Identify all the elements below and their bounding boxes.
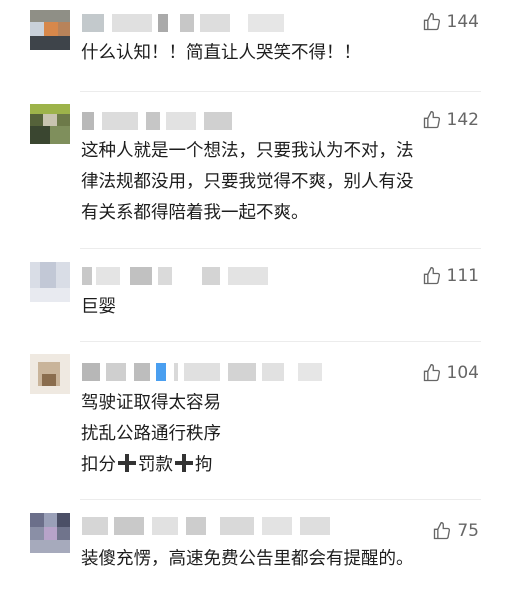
comment-item: 104 驾驶证取得太容易 扰乱公路通行秩序 扣分 罚款 拘	[0, 342, 519, 500]
username-blurred[interactable]	[82, 112, 342, 130]
thumbs-up-icon	[423, 110, 440, 129]
comment-text: 巨婴	[81, 292, 479, 323]
like-button[interactable]: 75	[432, 521, 479, 541]
username-blurred[interactable]	[82, 517, 342, 535]
comment-fragment: 罚款	[138, 455, 173, 475]
like-count: 142	[446, 110, 479, 130]
like-button[interactable]: 144	[422, 12, 479, 32]
comment-item: 111 巨婴	[0, 249, 519, 342]
like-count: 75	[457, 521, 479, 541]
avatar[interactable]	[30, 354, 70, 394]
comment-item: 144 什么认知！！简直让人哭笑不得！！	[0, 0, 519, 92]
comment-line: 驾驶证取得太容易	[81, 393, 221, 413]
avatar[interactable]	[30, 262, 70, 302]
plus-emoji-icon	[174, 453, 194, 473]
like-button[interactable]: 142	[422, 110, 479, 130]
like-button[interactable]: 111	[422, 266, 479, 286]
comment-item: 142 这种人就是一个想法，只要我认为不对，法 律法规都没用，只要我觉得不爽，别…	[0, 92, 519, 249]
thumbs-up-icon	[423, 12, 440, 31]
comment-line: 什么认知！！简直让人哭笑不得！！	[81, 43, 361, 63]
comment-item: 75 装傻充愣，高速免费公告里都会有提醒的。	[0, 500, 519, 593]
like-button[interactable]: 104	[422, 363, 479, 383]
like-count: 144	[446, 12, 479, 32]
comment-text: 驾驶证取得太容易 扰乱公路通行秩序 扣分 罚款 拘	[81, 388, 479, 481]
comment-line: 这种人就是一个想法，只要我认为不对，法	[81, 141, 414, 161]
comment-line: 装傻充愣，高速免费公告里都会有提醒的。	[81, 549, 414, 569]
avatar[interactable]	[30, 104, 70, 144]
comment-text: 这种人就是一个想法，只要我认为不对，法 律法规都没用，只要我觉得不爽，别人有没 …	[81, 136, 479, 229]
comment-line: 扰乱公路通行秩序	[81, 424, 221, 444]
avatar[interactable]	[30, 10, 70, 50]
comment-fragment: 拘	[195, 455, 213, 475]
username-blurred[interactable]	[82, 363, 342, 381]
thumbs-up-icon	[434, 521, 451, 540]
like-count: 104	[446, 363, 479, 383]
comment-line: 律法规都没用，只要我觉得不爽，别人有没	[81, 172, 414, 192]
comment-fragment: 扣分	[81, 455, 116, 475]
comment-text: 什么认知！！简直让人哭笑不得！！	[81, 38, 479, 69]
like-count: 111	[446, 266, 479, 286]
username-blurred[interactable]	[82, 267, 342, 285]
thumbs-up-icon	[423, 363, 440, 382]
comment-text: 装傻充愣，高速免费公告里都会有提醒的。	[81, 544, 479, 575]
avatar[interactable]	[30, 513, 70, 553]
plus-emoji-icon	[117, 453, 137, 473]
username-blurred[interactable]	[82, 14, 342, 32]
comment-line: 巨婴	[81, 297, 116, 317]
comment-line: 扣分 罚款 拘	[81, 450, 479, 481]
thumbs-up-icon	[423, 266, 440, 285]
comment-line: 有关系都得陪着我一起不爽。	[81, 203, 309, 223]
